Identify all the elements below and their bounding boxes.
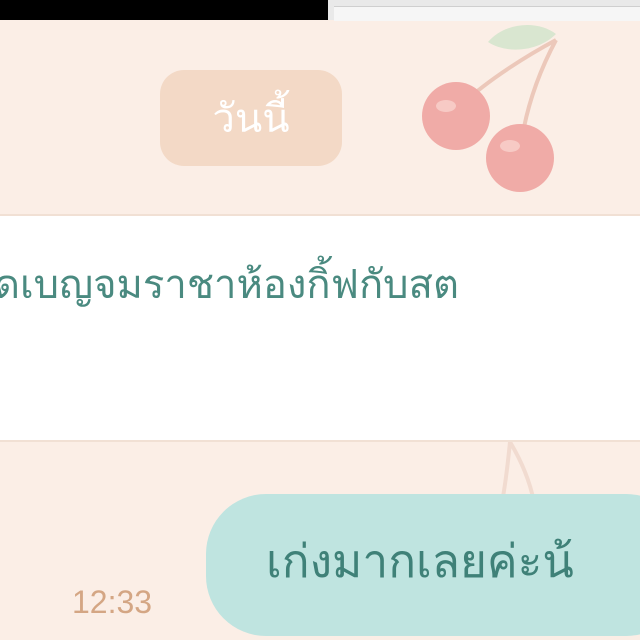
incoming-message[interactable] [0,214,640,442]
cherry-icon [422,24,558,192]
top-strip-panel [328,0,640,21]
outgoing-message-text: เก่งมากเลยค่ะน้ [266,534,574,588]
message-timestamp: 12:33 [72,584,153,620]
cherry-stem-icon [500,442,536,502]
date-separator: วันนี้ [160,70,342,166]
incoming-message-text: ดเบญจมราชาห้องกิ้ฟกับสต [0,262,459,308]
top-strip-inner [334,6,640,21]
top-strip [0,0,640,21]
chat-screen: วันนี้ ดเบญจมราชาห้องกิ้ฟกับสต เก่งมากเล… [0,0,640,640]
